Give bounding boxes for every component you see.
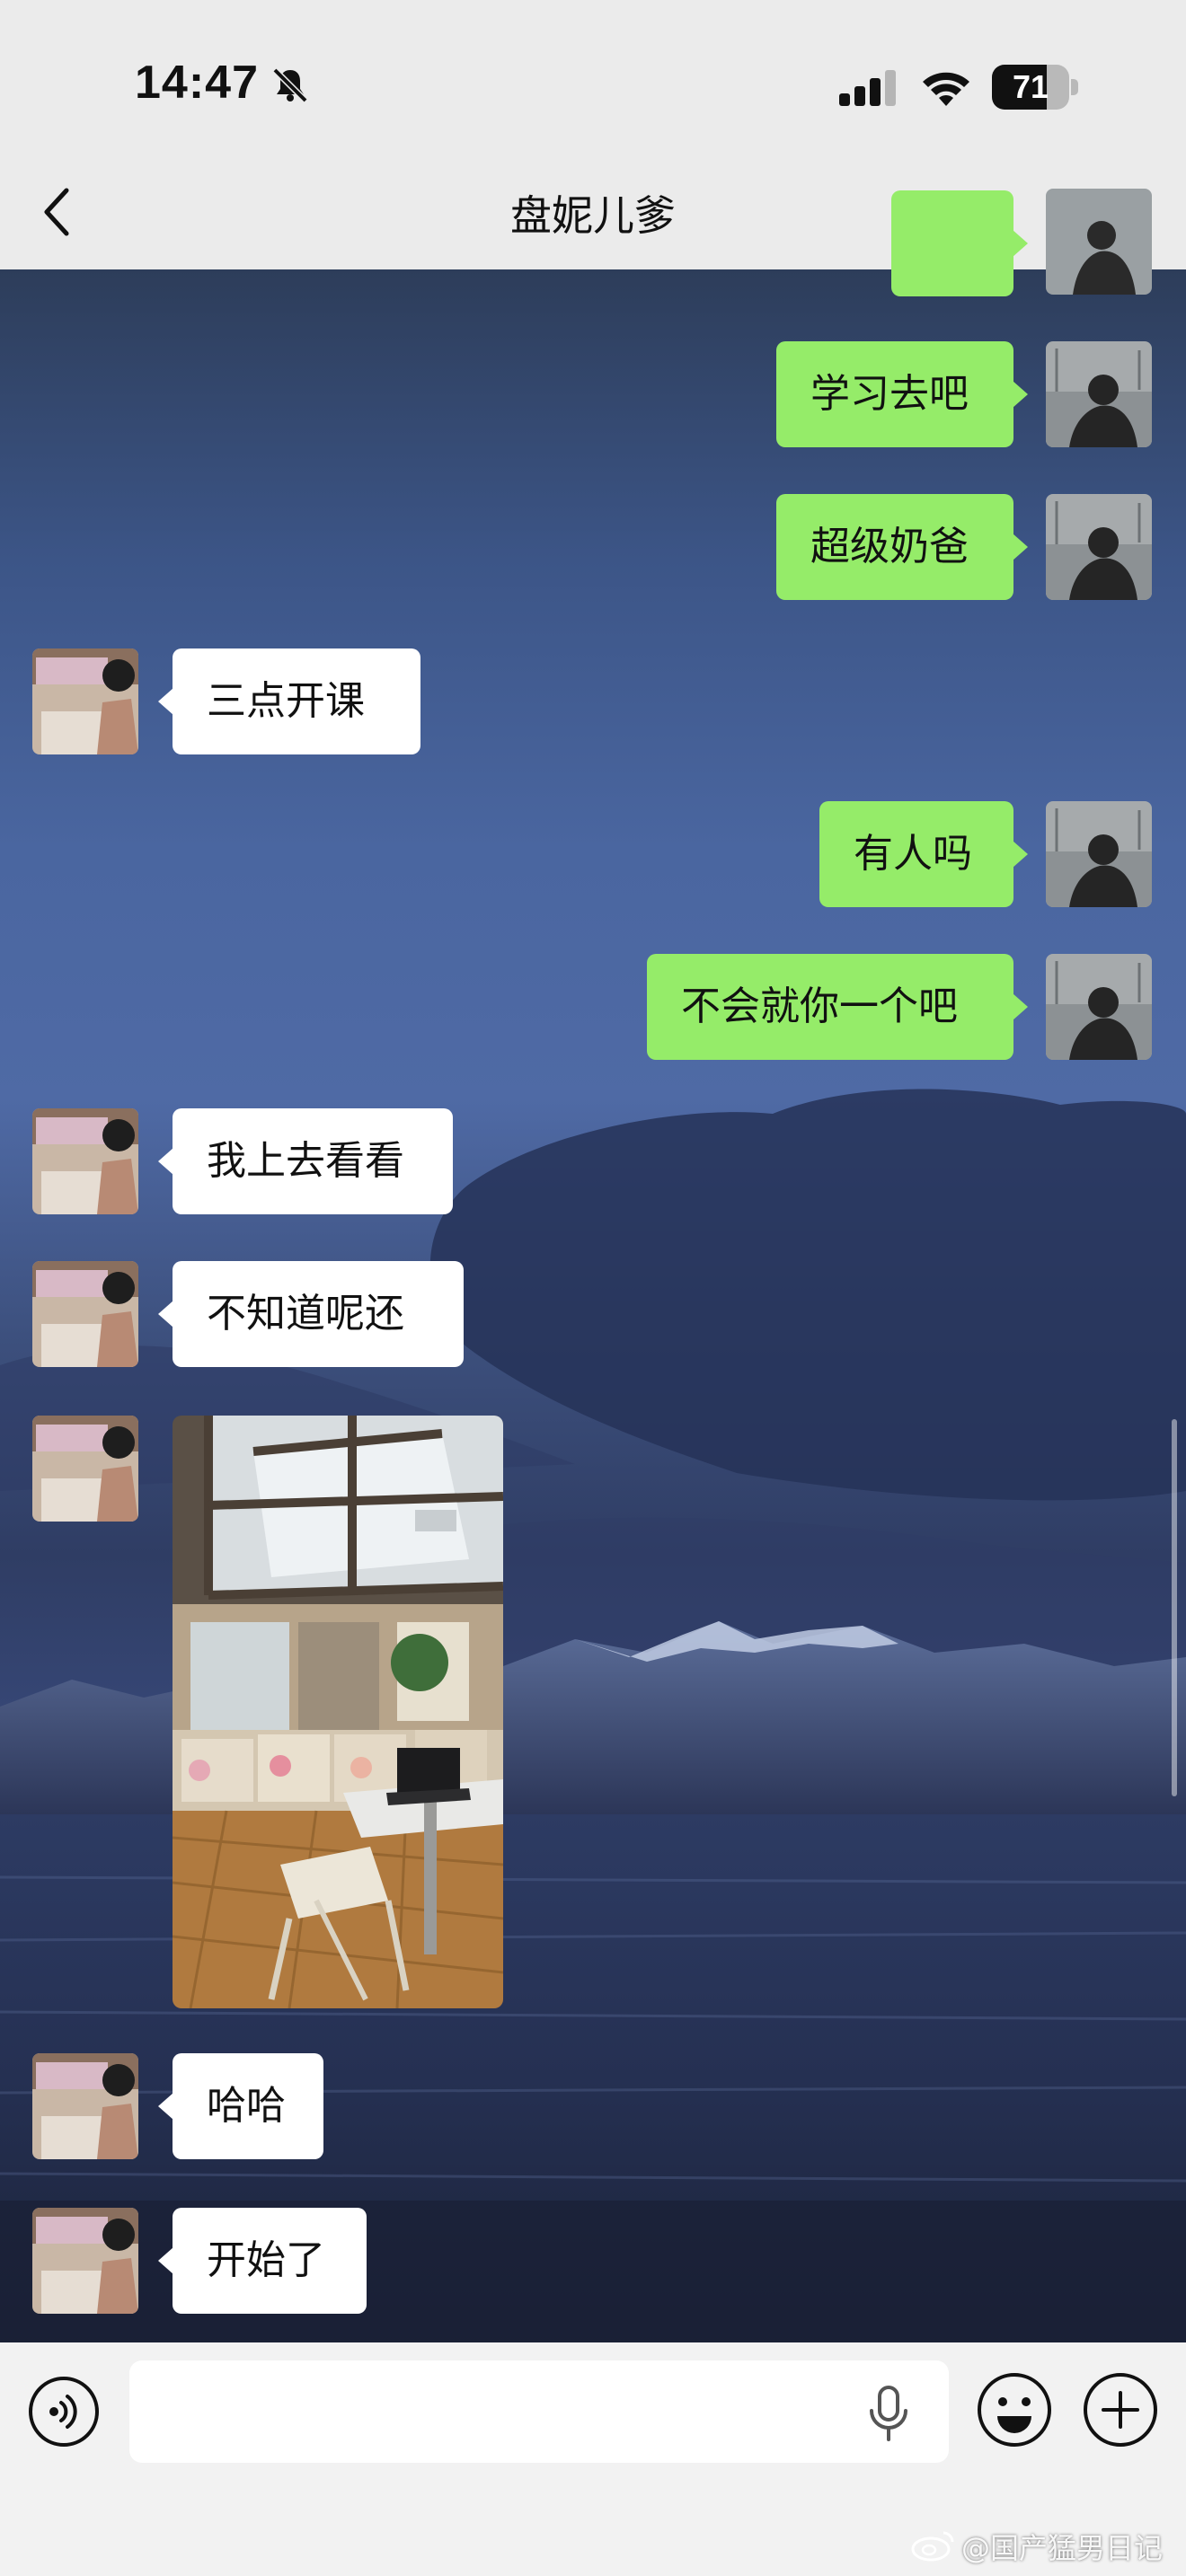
battery-level: 71 [1012, 68, 1049, 105]
watermark-text: @国产猛男日记 [961, 2531, 1164, 2565]
self-avatar-image [1046, 494, 1152, 600]
plus-icon [1084, 2373, 1157, 2447]
self-avatar[interactable] [1046, 189, 1152, 295]
chevron-left-icon [44, 188, 69, 236]
weibo-icon [911, 2531, 954, 2562]
cell-signal-icon [839, 70, 896, 106]
contact-avatar-image [32, 2208, 138, 2314]
contact-avatar-image [32, 1261, 138, 1367]
contact-avatar[interactable] [32, 1108, 138, 1214]
back-button[interactable] [32, 176, 86, 248]
message-bubble-sent[interactable]: 学习去吧 [776, 341, 1028, 447]
battery-icon: 71 [992, 65, 1078, 110]
wifi-icon [923, 72, 969, 106]
contact-avatar[interactable] [32, 2053, 138, 2159]
mic-icon[interactable] [866, 2386, 911, 2441]
self-avatar-image [1046, 801, 1152, 907]
message-bubble-received[interactable]: 哈哈 [158, 2053, 323, 2159]
contact-avatar[interactable] [32, 1261, 138, 1367]
battery-body: 71 [992, 65, 1069, 110]
contact-avatar[interactable] [32, 648, 138, 754]
contact-avatar-image [32, 1416, 138, 1522]
chat-title[interactable]: 盘妮儿爹 [323, 183, 863, 243]
self-avatar-image [1046, 954, 1152, 1060]
emoji-button[interactable] [976, 2371, 1053, 2448]
bell-off-icon [272, 67, 308, 103]
message-bubble-received[interactable]: 三点开课 [158, 648, 420, 754]
message-bubble-sent[interactable]: 不会就你一个吧 [647, 954, 1028, 1060]
contact-avatar-image [32, 1108, 138, 1214]
contact-avatar-image [32, 648, 138, 754]
message-bubble-received[interactable]: 不知道呢还 [158, 1261, 464, 1367]
scrollbar[interactable] [1172, 1419, 1177, 1796]
self-avatar[interactable] [1046, 494, 1152, 600]
plus-button[interactable] [1082, 2371, 1159, 2448]
emoji-icon [978, 2373, 1051, 2447]
self-avatar-image [1046, 189, 1152, 295]
status-time: 14:47 [135, 57, 259, 109]
contact-avatar-image [32, 2053, 138, 2159]
message-image-classroom-photo[interactable] [173, 1416, 503, 2008]
voice-toggle-button[interactable] [27, 2375, 101, 2448]
self-avatar[interactable] [1046, 954, 1152, 1060]
self-avatar[interactable] [1046, 801, 1152, 907]
contact-avatar[interactable] [32, 2208, 138, 2314]
message-bubble-sent[interactable]: 有人吗 [819, 801, 1028, 907]
classroom-photo [173, 1416, 503, 2008]
message-bubble-partial[interactable] [891, 190, 1028, 296]
message-bubble-sent[interactable]: 超级奶爸 [776, 494, 1028, 600]
battery-tip [1071, 79, 1078, 95]
message-bubble-received[interactable]: 开始了 [158, 2208, 367, 2314]
self-avatar-image [1046, 341, 1152, 447]
chat-screen: 14:47 71 盘妮儿爹 学习去吧 超级奶爸 三点开课 有人吗 不会就你一个吧… [0, 0, 1186, 2576]
message-input[interactable] [129, 2360, 949, 2463]
message-bubble-received[interactable]: 我上去看看 [158, 1108, 453, 1214]
voice-icon [29, 2377, 99, 2447]
self-avatar[interactable] [1046, 341, 1152, 447]
contact-avatar[interactable] [32, 1416, 138, 1522]
